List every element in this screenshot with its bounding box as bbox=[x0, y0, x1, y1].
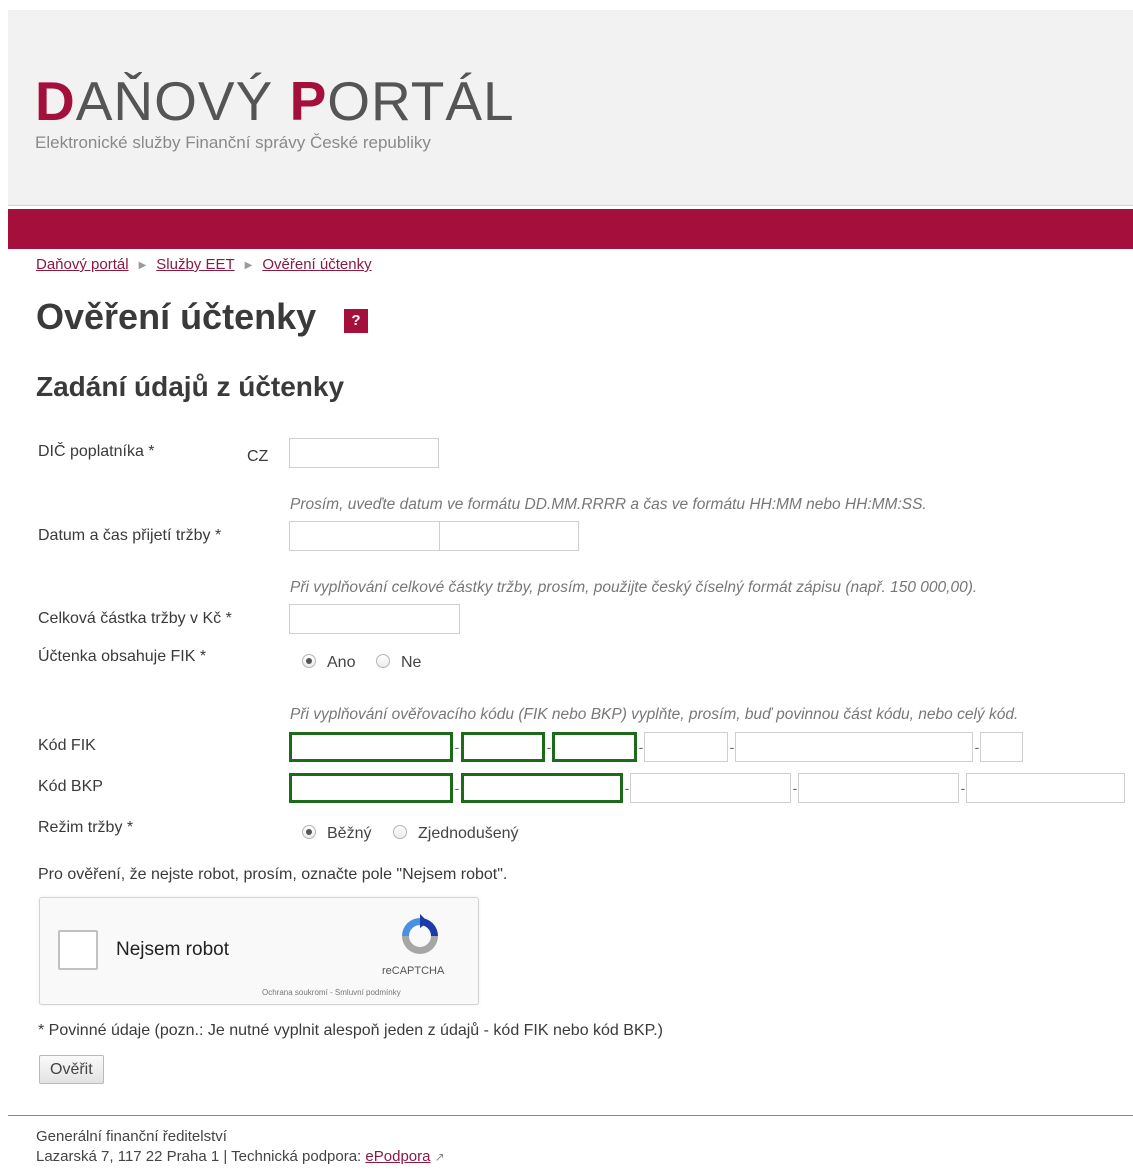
bkp-label: Kód BKP bbox=[38, 778, 103, 795]
verify-button[interactable]: Ověřit bbox=[39, 1055, 104, 1084]
recaptcha-links[interactable]: Ochrana soukromí - Smluvní podmínky bbox=[262, 988, 401, 997]
mode-standard-label[interactable]: Běžný bbox=[327, 825, 371, 843]
logo-text-2: ORTÁL bbox=[327, 70, 515, 132]
footer-address-text: Lazarská 7, 117 22 Praha 1 | Technická p… bbox=[36, 1148, 366, 1165]
fik-no-label[interactable]: Ne bbox=[401, 654, 421, 672]
mode-label: Režim tržby * bbox=[38, 819, 134, 836]
section-title: Zadání údajů z účtenky bbox=[36, 371, 345, 402]
breadcrumb: Daňový portál ▶ Služby EET ▶ Ověření účtenky bbox=[36, 256, 372, 273]
bkp-part4-input[interactable] bbox=[798, 773, 959, 803]
recaptcha-brand: reCAPTCHA bbox=[382, 965, 445, 977]
dic-input[interactable] bbox=[289, 438, 439, 468]
date-input[interactable] bbox=[289, 521, 440, 551]
recaptcha-label[interactable]: Nejsem robot bbox=[116, 939, 229, 961]
datetime-hint: Prosím, uveďte datum ve formátu DD.MM.RR… bbox=[290, 496, 927, 513]
footer-support-link[interactable]: ePodpora bbox=[365, 1148, 430, 1165]
logo-initial-p: P bbox=[289, 70, 328, 132]
fik-no-radio[interactable] bbox=[376, 654, 390, 668]
fik-yes-radio[interactable] bbox=[302, 654, 316, 668]
mode-simplified-radio[interactable] bbox=[393, 825, 407, 839]
dash-separator: - bbox=[454, 739, 460, 755]
mode-simplified-label[interactable]: Zjednodušený bbox=[418, 825, 519, 843]
fik-yes-label[interactable]: Ano bbox=[327, 654, 355, 672]
logo-initial-d: D bbox=[35, 70, 76, 132]
dic-label: DIČ poplatníka * bbox=[38, 443, 155, 460]
fik-part1-input[interactable] bbox=[289, 732, 453, 762]
mode-standard-radio[interactable] bbox=[302, 825, 316, 839]
amount-hint: Při vyplňování celkové částky tržby, pro… bbox=[290, 579, 978, 596]
breadcrumb-arrow-icon: ▶ bbox=[244, 260, 253, 271]
breadcrumb-arrow-icon: ▶ bbox=[138, 260, 147, 271]
amount-input[interactable] bbox=[289, 604, 460, 634]
time-input[interactable] bbox=[439, 521, 579, 551]
site-logo[interactable]: DAŇOVÝ PORTÁL bbox=[35, 74, 515, 129]
bkp-part3-input[interactable] bbox=[630, 773, 791, 803]
fik-question-label: Účtenka obsahuje FIK * bbox=[38, 648, 207, 665]
footer-divider bbox=[8, 1115, 1133, 1116]
recaptcha-icon bbox=[402, 914, 438, 954]
bkp-part5-input[interactable] bbox=[966, 773, 1125, 803]
site-tagline: Elektronické služby Finanční správy Česk… bbox=[35, 133, 431, 152]
robot-instruction: Pro ověření, že nejste robot, prosím, oz… bbox=[38, 866, 508, 883]
required-note: * Povinné údaje (pozn.: Je nutné vyplnit… bbox=[38, 1022, 663, 1039]
fik-part3-input[interactable] bbox=[552, 732, 637, 762]
footer-address: Lazarská 7, 117 22 Praha 1 | Technická p… bbox=[36, 1148, 445, 1165]
bkp-part1-input[interactable] bbox=[289, 773, 453, 803]
breadcrumb-link-portal[interactable]: Daňový portál bbox=[36, 256, 129, 273]
footer-org: Generální finanční ředitelství bbox=[36, 1128, 227, 1145]
fik-part5-input[interactable] bbox=[735, 732, 973, 762]
breadcrumb-link-eet[interactable]: Služby EET bbox=[156, 256, 234, 273]
fik-label: Kód FIK bbox=[38, 737, 96, 754]
help-icon[interactable]: ? bbox=[344, 309, 368, 333]
recaptcha-checkbox[interactable] bbox=[58, 930, 98, 970]
dash-separator: - bbox=[454, 780, 460, 796]
logo-text-1: AŇOVÝ bbox=[75, 70, 290, 132]
external-link-icon: ↗ bbox=[434, 1150, 445, 1164]
brand-bar bbox=[8, 206, 1133, 249]
breadcrumb-link-current[interactable]: Ověření účtenky bbox=[262, 256, 371, 273]
code-hint: Při vyplňování ověřovacího kódu (FIK neb… bbox=[290, 706, 1019, 723]
fik-part2-input[interactable] bbox=[461, 732, 545, 762]
bkp-part2-input[interactable] bbox=[461, 773, 623, 803]
fik-part4-input[interactable] bbox=[644, 732, 728, 762]
datetime-label: Datum a čas přijetí tržby * bbox=[38, 527, 222, 544]
page-title: Ověření účtenky bbox=[36, 296, 317, 337]
dic-prefix: CZ bbox=[247, 448, 269, 465]
amount-label: Celková částka tržby v Kč * bbox=[38, 610, 232, 627]
fik-part6-input[interactable] bbox=[980, 732, 1023, 762]
